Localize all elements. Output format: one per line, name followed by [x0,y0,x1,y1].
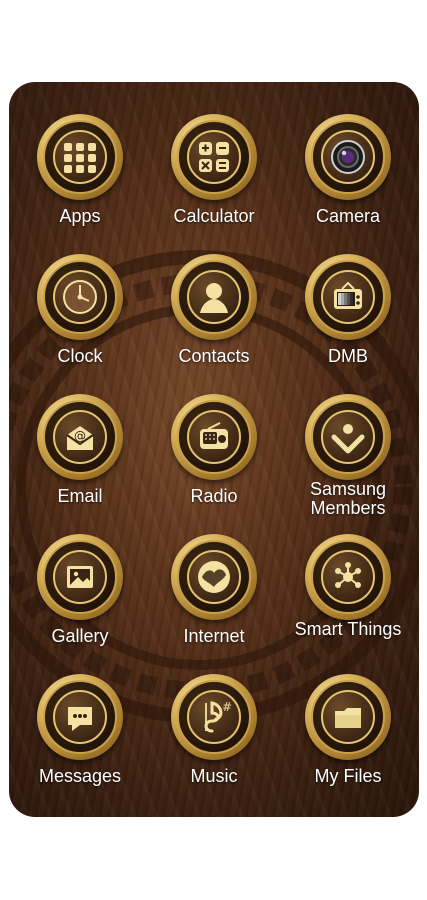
app-label: Messages [38,766,122,786]
calculator-icon [171,114,257,200]
camera-icon [305,114,391,200]
radio-icon [171,394,257,480]
apps-grid-icon [37,114,123,200]
app-label: Smart Things [294,619,402,639]
app-tile-clock[interactable]: Clock [13,226,147,366]
svg-text:@: @ [74,429,86,443]
app-tile-gallery[interactable]: Gallery [13,506,147,646]
app-tile-samsung-members[interactable]: Samsung Members [281,366,415,518]
app-tile-email[interactable]: @ Email [13,366,147,506]
svg-text:#: # [222,700,232,714]
samsung-members-icon [305,394,391,480]
app-label: Contacts [178,346,250,366]
app-label: Music [190,766,238,786]
app-tile-radio[interactable]: Radio [147,366,281,506]
clock-icon [37,254,123,340]
app-label: Email [57,486,103,506]
app-label: My Files [314,766,382,786]
music-icon: # [171,674,257,760]
app-tile-music[interactable]: # Music [147,646,281,786]
email-icon: @ [37,394,123,480]
app-tile-apps[interactable]: Apps [13,86,147,226]
app-label: Internet [183,626,245,646]
tv-icon [305,254,391,340]
app-grid: Apps Calculator Camera Clock Contacts DM… [9,82,419,817]
app-label: Radio [190,486,238,506]
app-drawer: Apps Calculator Camera Clock Contacts DM… [9,82,419,817]
app-tile-camera[interactable]: Camera [281,86,415,226]
app-tile-calculator[interactable]: Calculator [147,86,281,226]
app-tile-internet[interactable]: Internet [147,506,281,646]
app-label: Gallery [51,626,109,646]
messages-icon [37,674,123,760]
app-label: DMB [328,346,368,366]
app-tile-dmb[interactable]: DMB [281,226,415,366]
app-label: Clock [57,346,103,366]
globe-icon [171,534,257,620]
app-label: Camera [315,206,381,226]
smartthings-icon [305,534,391,620]
app-tile-contacts[interactable]: Contacts [147,226,281,366]
app-label: Calculator [173,206,255,226]
app-tile-smartthings[interactable]: Smart Things [281,506,415,646]
folder-icon [305,674,391,760]
app-tile-my-files[interactable]: My Files [281,646,415,786]
app-label: Apps [59,206,101,226]
gallery-icon [37,534,123,620]
app-tile-messages[interactable]: Messages [13,646,147,786]
contacts-icon [171,254,257,340]
